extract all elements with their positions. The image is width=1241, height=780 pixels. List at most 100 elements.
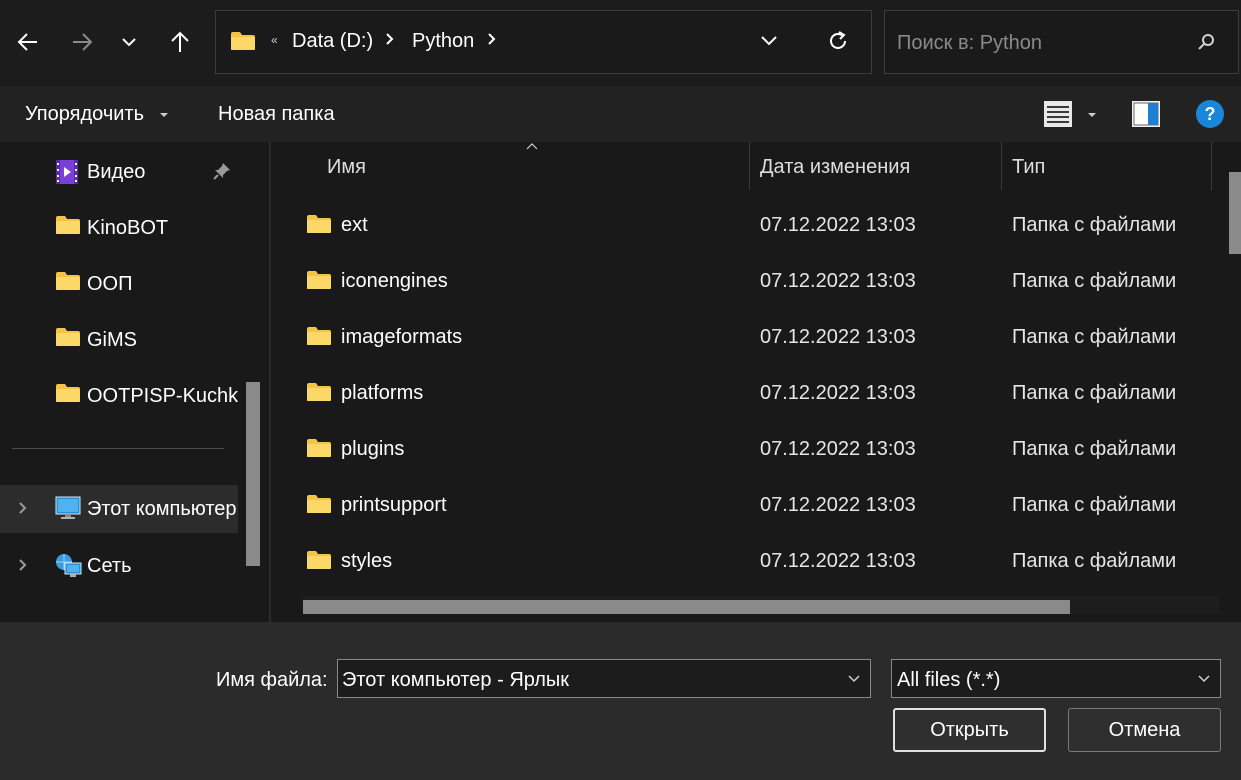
breadcrumb-drive[interactable]: Data (D:) <box>292 30 373 53</box>
address-bar[interactable]: « Data (D:) Python <box>215 10 872 74</box>
file-date: 07.12.2022 13:03 <box>760 438 916 460</box>
file-name: ext <box>341 214 368 236</box>
column-header-date[interactable]: Дата изменения <box>760 156 910 179</box>
nav-item-oop[interactable]: ООП <box>0 260 238 306</box>
chevron-right-icon[interactable] <box>18 557 28 573</box>
chevron-down-icon[interactable] <box>847 674 861 683</box>
file-type: Папка с файлами <box>1012 494 1177 516</box>
sort-ascending-icon <box>526 143 538 150</box>
search-placeholder: Поиск в: Python <box>897 32 1042 54</box>
nav-item-label: Этот компьютер <box>87 498 237 520</box>
nav-item-label: Сеть <box>87 555 132 577</box>
breadcrumb-overflow[interactable]: « <box>271 33 278 47</box>
open-button[interactable]: Открыть <box>893 708 1046 752</box>
folder-icon <box>307 327 331 345</box>
arrow-right-icon <box>73 33 93 51</box>
nav-item-network[interactable]: Сеть <box>0 542 238 588</box>
nav-item-this-pc[interactable]: Этот компьютер <box>0 485 238 533</box>
arrow-left-icon <box>17 33 37 51</box>
table-row[interactable]: imageformats 07.12.2022 13:03 Папка с фа… <box>271 311 1211 367</box>
address-toolbar: « Data (D:) Python Поиск в: Python <box>0 0 1241 86</box>
file-name: plugins <box>341 438 405 460</box>
folder-icon <box>307 551 331 569</box>
file-type: Папка с файлами <box>1012 214 1177 236</box>
chevron-down-icon[interactable] <box>759 33 779 47</box>
preview-pane-icon[interactable] <box>1131 100 1161 128</box>
caret-down-icon[interactable] <box>1087 112 1097 118</box>
video-folder-icon <box>56 160 78 184</box>
this-pc-icon <box>55 496 81 519</box>
help-icon[interactable]: ? <box>1195 99 1225 129</box>
forward-button[interactable] <box>64 24 100 60</box>
new-folder-button[interactable]: Новая папка <box>218 103 335 126</box>
filename-label: Имя файла: <box>216 669 328 691</box>
nav-scrollbar[interactable] <box>246 382 260 566</box>
folder-icon <box>307 383 331 401</box>
table-row[interactable]: platforms 07.12.2022 13:03 Папка с файла… <box>271 367 1211 423</box>
folder-icon <box>56 216 80 234</box>
back-button[interactable] <box>10 24 46 60</box>
nav-item-label: KinoBOT <box>87 217 169 239</box>
table-row[interactable]: printsupport 07.12.2022 13:03 Папка с фа… <box>271 479 1211 535</box>
nav-divider <box>12 448 224 449</box>
nav-item-video[interactable]: Видео <box>0 148 238 194</box>
chevron-right-icon[interactable] <box>487 31 497 47</box>
column-divider[interactable] <box>749 142 750 190</box>
nav-item-label: ООП <box>87 273 133 295</box>
nav-item-gims[interactable]: GiMS <box>0 316 238 362</box>
folder-icon <box>231 32 255 50</box>
chevron-right-icon[interactable] <box>385 31 395 47</box>
folder-icon <box>307 439 331 457</box>
file-name: platforms <box>341 382 424 404</box>
breadcrumb-folder[interactable]: Python <box>412 30 474 53</box>
table-row[interactable]: plugins 07.12.2022 13:03 Папка с файлами <box>271 423 1211 479</box>
column-divider[interactable] <box>1211 142 1212 190</box>
folder-icon <box>56 328 80 346</box>
network-icon <box>56 554 82 577</box>
search-input[interactable]: Поиск в: Python <box>884 10 1239 74</box>
organize-button[interactable]: Упорядочить <box>25 103 144 126</box>
file-type: Папка с файлами <box>1012 270 1177 292</box>
chevron-right-icon[interactable] <box>18 500 28 516</box>
file-type-filter-select[interactable]: All files (*.*) <box>891 659 1221 698</box>
filename-field[interactable]: Этот компьютер - Ярлык <box>337 659 871 698</box>
file-type: Папка с файлами <box>1012 382 1177 404</box>
file-name: iconengines <box>341 270 448 292</box>
folder-icon <box>307 215 331 233</box>
table-row[interactable]: iconengines 07.12.2022 13:03 Папка с фай… <box>271 255 1211 311</box>
folder-icon <box>56 384 80 402</box>
column-header-type[interactable]: Тип <box>1012 156 1045 179</box>
nav-item-label: GiMS <box>87 329 137 351</box>
column-divider[interactable] <box>1001 142 1002 190</box>
up-button[interactable] <box>162 24 198 60</box>
chevron-down-icon <box>1198 675 1210 683</box>
search-icon[interactable] <box>1197 33 1215 51</box>
navigation-pane[interactable]: Видео KinoBOT ООП GiMS OOTPISP-Kuchk Это… <box>0 142 263 622</box>
file-type: Папка с файлами <box>1012 438 1177 460</box>
nav-item-kinobot[interactable]: KinoBOT <box>0 204 238 250</box>
table-row[interactable]: ext 07.12.2022 13:03 Папка с файлами <box>271 199 1211 255</box>
cancel-button[interactable]: Отмена <box>1068 708 1221 752</box>
svg-text:?: ? <box>1205 104 1216 124</box>
file-type: Папка с файлами <box>1012 550 1177 572</box>
pin-icon[interactable] <box>212 161 232 181</box>
dialog-footer: Имя файла: Этот компьютер - Ярлык All fi… <box>0 622 1241 780</box>
file-date: 07.12.2022 13:03 <box>760 382 916 404</box>
vertical-scrollbar[interactable] <box>1229 172 1241 254</box>
column-header-name[interactable]: Имя <box>327 156 366 179</box>
file-type: Папка с файлами <box>1012 326 1177 348</box>
folder-icon <box>307 495 331 513</box>
refresh-icon[interactable] <box>827 30 849 52</box>
file-name: imageformats <box>341 326 463 348</box>
table-row[interactable]: styles 07.12.2022 13:03 Папка с файлами <box>271 535 1211 591</box>
file-list[interactable]: Имя Дата изменения Тип ext 07.12.2022 13… <box>271 142 1241 622</box>
recent-locations-button[interactable] <box>111 24 147 60</box>
horizontal-scrollbar[interactable] <box>303 600 1070 614</box>
caret-down-icon[interactable] <box>159 112 169 118</box>
view-details-icon[interactable] <box>1043 100 1073 128</box>
file-name: styles <box>341 550 393 572</box>
file-name: printsupport <box>341 494 447 516</box>
nav-item-ootpisp[interactable]: OOTPISP-Kuchkov <box>0 372 238 418</box>
chevron-down-icon <box>122 38 136 47</box>
folder-icon <box>56 272 80 290</box>
